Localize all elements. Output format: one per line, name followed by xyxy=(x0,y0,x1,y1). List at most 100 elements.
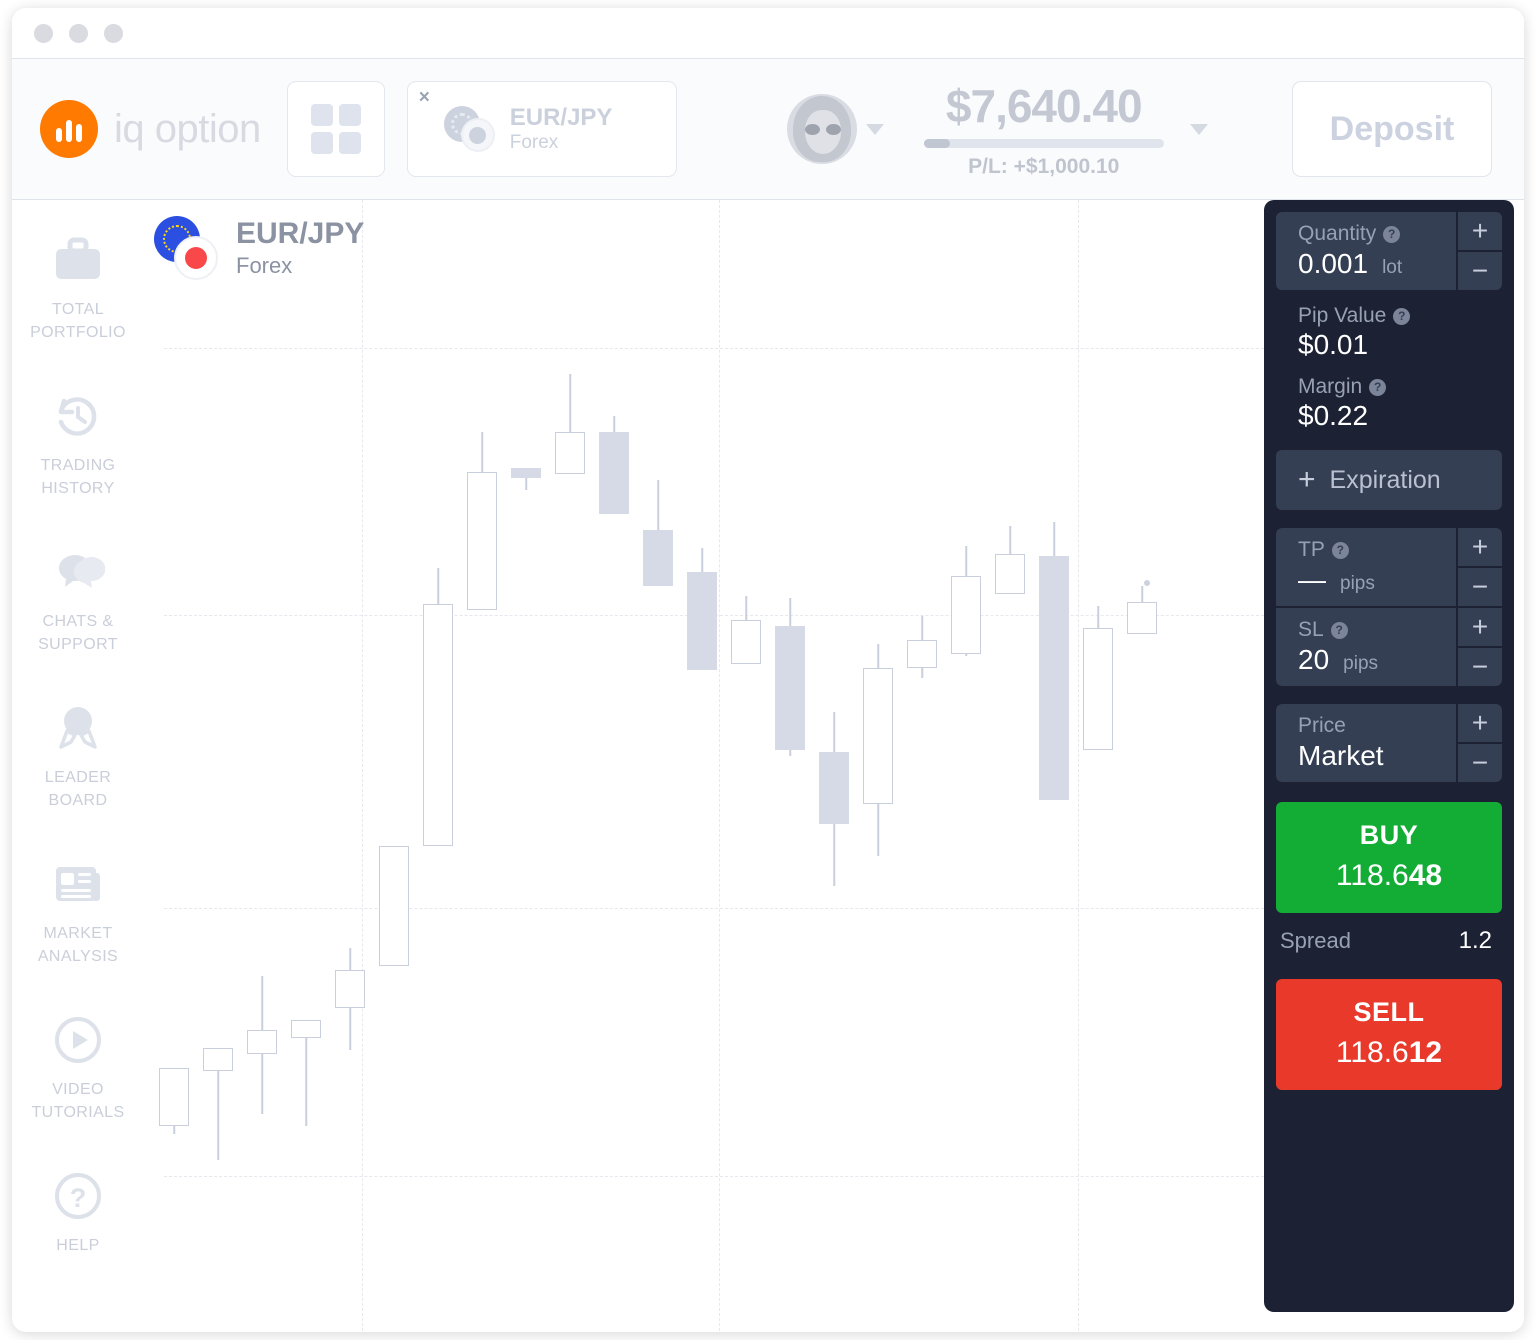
candle-body xyxy=(995,554,1025,594)
quantity-unit: lot xyxy=(1382,257,1403,278)
sl-field[interactable]: SL? 20 pips + − xyxy=(1276,608,1502,686)
candle-body xyxy=(423,604,453,846)
app-header: iq option × EUR/JPY Forex $7,640.40 P/L:… xyxy=(12,58,1524,200)
eu-jp-flag-icon xyxy=(152,214,218,280)
candlestick xyxy=(1083,606,1113,750)
tp-sl-group: TP? — pips + − SL? 20 pips + − xyxy=(1276,528,1502,686)
tp-decrease-button[interactable]: − xyxy=(1458,568,1502,606)
price-label: Price xyxy=(1298,714,1346,737)
help-icon[interactable]: ? xyxy=(1331,541,1349,559)
buy-button[interactable]: BUY 118.648 xyxy=(1276,802,1502,913)
sidebar-label: CHATS & SUPPORT xyxy=(38,613,118,654)
close-icon[interactable]: × xyxy=(419,88,430,107)
candle-body xyxy=(335,970,365,1008)
deposit-button[interactable]: Deposit xyxy=(1292,81,1492,177)
candle-body xyxy=(379,846,409,966)
window-close-button[interactable] xyxy=(34,23,53,43)
candle-body xyxy=(247,1030,277,1054)
quantity-stepper[interactable]: + − xyxy=(1456,212,1502,290)
candle-body xyxy=(731,620,761,664)
sidebar-item-market-analysis[interactable]: MARKET ANALYSIS xyxy=(12,842,144,998)
window-titlebar xyxy=(12,8,1524,58)
candle-body xyxy=(775,626,805,750)
sell-button[interactable]: SELL 118.612 xyxy=(1276,979,1502,1090)
balance-chevron-down-icon[interactable] xyxy=(1189,123,1208,135)
avatar xyxy=(786,94,857,164)
asset-tab-symbol: EUR/JPY xyxy=(509,104,613,132)
sidebar-item-leader-board[interactable]: LEADER BOARD xyxy=(12,686,144,842)
chat-bubbles-icon xyxy=(51,544,105,600)
price-stepper[interactable]: + − xyxy=(1456,704,1502,782)
spread-value: 1.2 xyxy=(1458,927,1492,954)
window-maximize-button[interactable] xyxy=(104,23,123,43)
candlestick xyxy=(379,846,409,966)
balance-amount: $7,640.40 xyxy=(945,80,1143,132)
gridline-horizontal xyxy=(164,908,1264,909)
candlestick xyxy=(775,598,805,756)
brand-logo[interactable]: iq option xyxy=(40,100,261,158)
clock-history-icon xyxy=(52,388,104,444)
sidebar-item-chats-support[interactable]: CHATS & SUPPORT xyxy=(12,530,144,686)
candlestick xyxy=(863,644,893,856)
candle-body xyxy=(863,668,893,804)
balance-block: $7,640.40 P/L: +$1,000.10 xyxy=(923,79,1164,179)
sidebar-item-trading-history[interactable]: TRADING HISTORY xyxy=(12,374,144,530)
sell-label: SELL xyxy=(1353,997,1425,1027)
tp-unit: pips xyxy=(1340,573,1375,594)
chart-market-label: Forex xyxy=(236,252,293,278)
candle-body xyxy=(511,468,541,478)
buy-price: 118.648 xyxy=(1335,859,1443,892)
asset-tab-eurjpy[interactable]: × EUR/JPY Forex xyxy=(406,81,677,177)
sidebar-item-video-tutorials[interactable]: VIDEO TUTORIALS xyxy=(12,998,144,1154)
price-increase-button[interactable]: + xyxy=(1458,704,1502,744)
candle-body xyxy=(1127,602,1157,634)
price-decrease-button[interactable]: − xyxy=(1458,744,1502,782)
margin-block: Margin? $0.22 xyxy=(1276,363,1502,434)
plus-icon: + xyxy=(1298,463,1316,496)
quantity-value: 0.001 xyxy=(1298,248,1369,279)
sidebar-label: TOTAL PORTFOLIO xyxy=(30,301,126,342)
sl-value: 20 xyxy=(1298,644,1330,675)
tp-stepper[interactable]: + − xyxy=(1456,528,1502,606)
candlestick xyxy=(907,616,937,678)
help-icon[interactable]: ? xyxy=(1383,225,1401,243)
sidebar-label: TRADING HISTORY xyxy=(40,457,116,498)
sl-decrease-button[interactable]: − xyxy=(1458,648,1502,686)
chevron-down-icon[interactable] xyxy=(865,123,884,135)
sidebar-item-help[interactable]: ? HELP xyxy=(12,1154,144,1310)
chart-area[interactable]: EUR/JPY Forex xyxy=(144,200,1264,1331)
help-icon[interactable]: ? xyxy=(1330,621,1348,639)
expiration-label: Expiration xyxy=(1329,465,1441,494)
quantity-decrease-button[interactable]: − xyxy=(1458,252,1502,290)
quantity-increase-button[interactable]: + xyxy=(1458,212,1502,252)
gridline-vertical xyxy=(362,200,363,1331)
window-minimize-button[interactable] xyxy=(69,23,88,43)
tp-increase-button[interactable]: + xyxy=(1458,528,1502,568)
help-icon[interactable]: ? xyxy=(1393,307,1411,325)
question-circle-icon: ? xyxy=(53,1168,103,1224)
news-icon xyxy=(52,856,104,912)
candlestick-plot[interactable] xyxy=(144,200,1264,1331)
candlestick xyxy=(687,548,717,670)
expiration-button[interactable]: + Expiration xyxy=(1276,450,1502,510)
candlestick xyxy=(643,480,673,586)
sidebar-label: MARKET ANALYSIS xyxy=(37,925,119,966)
candle-body xyxy=(467,472,497,610)
trade-panel: Quantity? 0.001 lot + − Pip Value? $0.01… xyxy=(1264,200,1514,1312)
price-dot-marker xyxy=(1144,580,1150,586)
brand-name: iq option xyxy=(114,106,261,151)
sl-stepper[interactable]: + − xyxy=(1456,608,1502,686)
spread-label: Spread xyxy=(1280,928,1351,953)
tp-field[interactable]: TP? — pips + − xyxy=(1276,528,1502,606)
candlestick xyxy=(555,374,585,474)
pip-value-block: Pip Value? $0.01 xyxy=(1276,292,1502,363)
sidebar-item-total-portfolio[interactable]: TOTAL PORTFOLIO xyxy=(12,218,144,374)
price-field[interactable]: Price Market + − xyxy=(1276,704,1502,782)
account-selector[interactable] xyxy=(786,94,884,164)
grid-view-button[interactable] xyxy=(286,81,385,177)
quantity-field[interactable]: Quantity? 0.001 lot + − xyxy=(1276,212,1502,290)
candlestick xyxy=(291,1020,321,1126)
candle-body xyxy=(203,1048,233,1071)
sl-increase-button[interactable]: + xyxy=(1458,608,1502,648)
help-icon[interactable]: ? xyxy=(1369,378,1387,396)
